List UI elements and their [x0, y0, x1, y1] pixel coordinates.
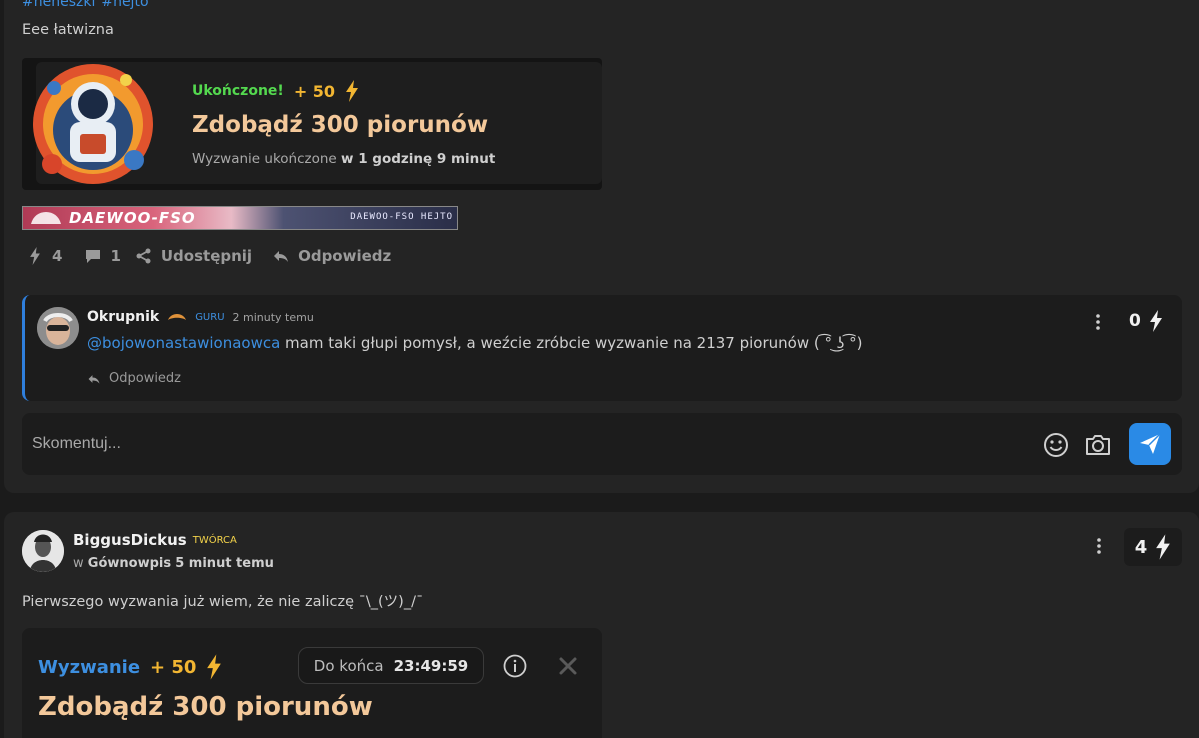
- post-score[interactable]: 4: [1124, 528, 1182, 566]
- lightning-icon: [346, 80, 359, 102]
- croissant-icon: [168, 314, 187, 320]
- comment-time: 2 minuty temu: [232, 310, 314, 324]
- like-button[interactable]: 4: [26, 247, 62, 265]
- user-mention-link[interactable]: @bojowonastawionaowca: [87, 334, 280, 352]
- share-button[interactable]: Udostępnij: [135, 247, 252, 265]
- avatar[interactable]: [37, 307, 79, 349]
- post-tags: #neneszki #hejto: [22, 0, 155, 10]
- banner-brand-small: DAEWOO-FSO HEJTO: [350, 212, 453, 222]
- emoji-icon[interactable]: [1043, 432, 1069, 458]
- comment-username[interactable]: Okrupnik: [87, 309, 159, 325]
- completed-label: Ukończone!: [192, 83, 284, 99]
- challenge-timer: Do końca 23:49:59: [298, 647, 484, 684]
- author-username[interactable]: BiggusDickus: [73, 531, 187, 549]
- avatar-image: [37, 307, 79, 349]
- reply-button[interactable]: Odpowiedz: [272, 247, 391, 265]
- post-meta: w Gównowpis 5 minut temu: [73, 556, 274, 571]
- post-score-value: 4: [1134, 536, 1148, 558]
- tag-link[interactable]: #neneszki: [22, 0, 95, 10]
- post-time: 5 minut temu: [175, 556, 274, 571]
- close-icon[interactable]: [558, 656, 578, 676]
- challenge-status: Ukończone! + 50: [192, 80, 359, 102]
- author-role-badge: TWÓRCA: [192, 534, 237, 546]
- comment-input-bar: [22, 413, 1182, 475]
- user-banner: DAEWOO-FSO DAEWOO-FSO HEJTO: [22, 206, 458, 230]
- reply-icon: [88, 374, 100, 384]
- share-icon: [136, 248, 151, 264]
- comment-item: Okrupnik GURU 2 minuty temu @bojowonasta…: [22, 295, 1182, 401]
- points-label: + 50: [293, 81, 336, 101]
- send-button[interactable]: [1129, 423, 1171, 465]
- avatar[interactable]: [22, 530, 64, 572]
- lightning-icon: [1156, 534, 1171, 560]
- like-count: 4: [52, 247, 63, 265]
- share-label: Udostępnij: [160, 247, 253, 265]
- comment-text: @bojowonastawionaowca mam taki głupi pom…: [87, 334, 863, 352]
- challenge-header: Wyzwanie + 50: [38, 654, 222, 680]
- comment-score-value: 0: [1129, 311, 1141, 331]
- post-body: Pierwszego wyzwania już wiem, że nie zal…: [22, 594, 424, 610]
- challenge-title: Zdobądź 300 piorunów: [38, 692, 373, 722]
- comment-score[interactable]: 0: [1129, 310, 1163, 332]
- comment-count: 1: [110, 247, 121, 265]
- more-options-icon[interactable]: [1094, 537, 1104, 555]
- challenge-title: Zdobądź 300 piorunów: [192, 112, 489, 138]
- send-icon: [1140, 433, 1161, 454]
- lightning-icon: [207, 654, 222, 680]
- community-link[interactable]: Gównowpis: [88, 556, 171, 571]
- challenge-label: Wyzwanie: [38, 656, 141, 678]
- post-author: BiggusDickus TWÓRCA: [73, 531, 237, 549]
- challenge-subtitle: Wyzwanie ukończone w 1 godzinę 9 minut: [192, 151, 496, 167]
- comment-reply-button[interactable]: Odpowiedz: [87, 371, 181, 386]
- comment-header: Okrupnik GURU 2 minuty temu: [87, 309, 314, 325]
- info-icon[interactable]: [503, 654, 527, 678]
- timer-label: Do końca: [313, 656, 384, 675]
- reply-icon: [274, 251, 289, 262]
- astronaut-illustration: [33, 64, 153, 184]
- banner-brand: DAEWOO-FSO: [69, 209, 196, 227]
- reply-label: Odpowiedz: [109, 371, 182, 386]
- points-label: + 50: [150, 656, 197, 678]
- lightning-icon: [30, 247, 40, 265]
- comments-button[interactable]: 1: [84, 247, 121, 265]
- comment-input[interactable]: [32, 429, 1012, 459]
- post-body: Eee łatwizna: [22, 22, 114, 38]
- timer-value: 23:49:59: [393, 656, 469, 675]
- lightning-icon: [1149, 310, 1162, 332]
- post-actions: 4 1 Udostępnij Odpowiedz: [26, 247, 391, 265]
- camera-icon[interactable]: [1084, 432, 1112, 458]
- avatar-image: [22, 530, 64, 572]
- tag-link[interactable]: #hejto: [101, 0, 148, 10]
- reply-label: Odpowiedz: [298, 247, 392, 265]
- more-options-icon[interactable]: [1093, 313, 1103, 331]
- user-rank-badge: GURU: [195, 311, 225, 323]
- daewoo-logo-icon: [31, 212, 61, 224]
- comment-icon: [86, 250, 101, 263]
